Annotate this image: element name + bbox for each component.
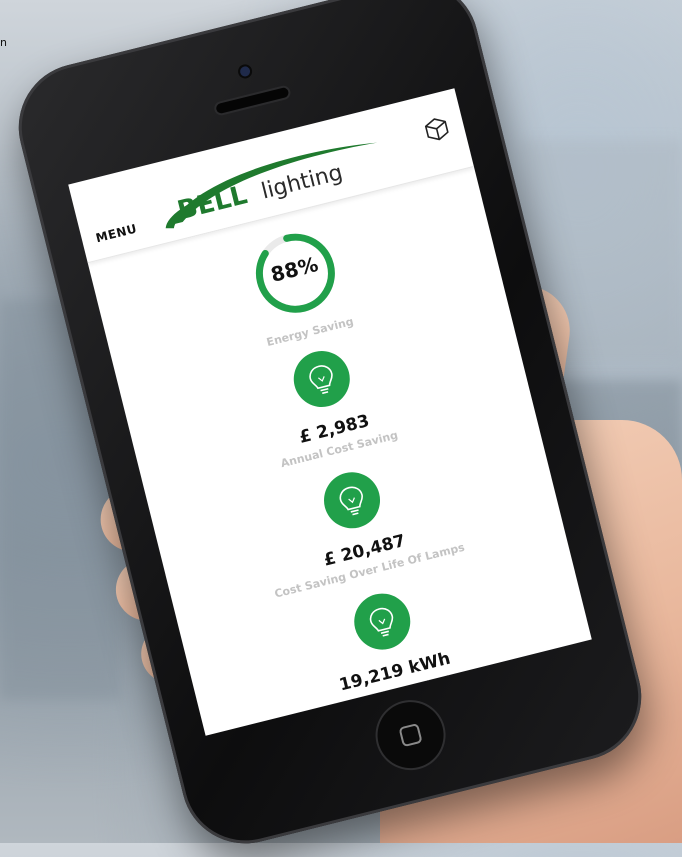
- lightbulb-icon: [287, 345, 356, 413]
- cart-box-icon[interactable]: [421, 113, 453, 145]
- phone-screen: MENU BELL lighting 88% Energy Saving £ 2…: [68, 88, 592, 736]
- earpiece-speaker: [215, 86, 290, 115]
- lightbulb-icon: [348, 587, 417, 656]
- menu-button[interactable]: MENU: [94, 222, 138, 246]
- front-camera: [239, 65, 252, 78]
- cart-box-icon-svg: [424, 118, 449, 141]
- smartphone: MENU BELL lighting 88% Energy Saving £ 2…: [5, 0, 655, 857]
- energy-saving-gauge: 88%: [235, 213, 356, 334]
- lightbulb-icon: [318, 466, 386, 535]
- home-button[interactable]: [370, 695, 451, 776]
- savings-content: 88% Energy Saving £ 2,983 Annual Cost Sa…: [88, 167, 592, 736]
- corner-text: n: [0, 36, 7, 49]
- home-square-icon: [398, 722, 423, 748]
